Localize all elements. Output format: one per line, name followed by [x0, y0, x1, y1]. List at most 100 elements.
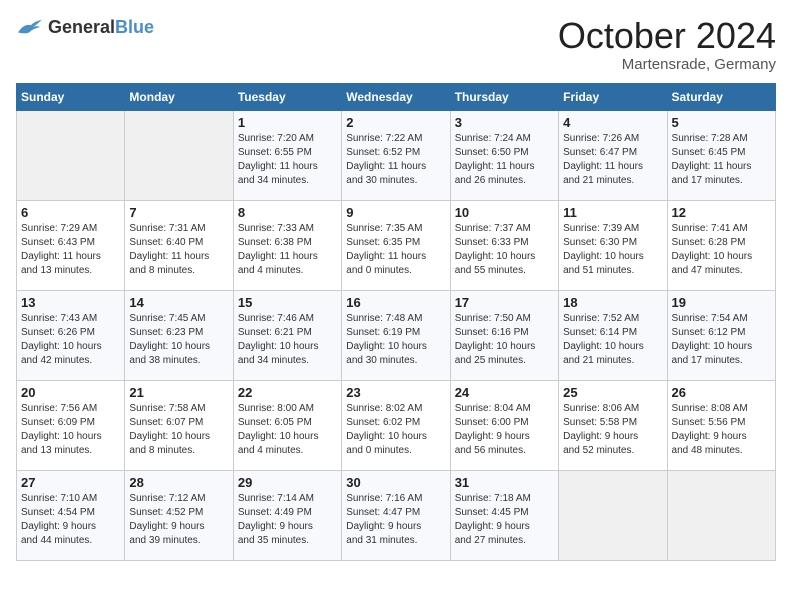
- day-header-saturday: Saturday: [667, 83, 775, 110]
- day-info: Sunrise: 8:02 AM Sunset: 6:02 PM Dayligh…: [346, 402, 445, 458]
- day-number: 8: [238, 205, 337, 220]
- logo-blue: Blue: [115, 17, 154, 37]
- day-info: Sunrise: 7:31 AM Sunset: 6:40 PM Dayligh…: [129, 222, 228, 278]
- day-header-monday: Monday: [125, 83, 233, 110]
- day-number: 19: [672, 295, 771, 310]
- day-info: Sunrise: 8:04 AM Sunset: 6:00 PM Dayligh…: [455, 402, 554, 458]
- calendar-cell: [559, 470, 667, 560]
- day-info: Sunrise: 7:39 AM Sunset: 6:30 PM Dayligh…: [563, 222, 662, 278]
- day-number: 7: [129, 205, 228, 220]
- calendar-cell: 22Sunrise: 8:00 AM Sunset: 6:05 PM Dayli…: [233, 380, 341, 470]
- week-row-3: 13Sunrise: 7:43 AM Sunset: 6:26 PM Dayli…: [17, 290, 776, 380]
- calendar-cell: 11 Sunrise: 7:39 AM Sunset: 6:30 PM Dayli…: [559, 200, 667, 290]
- calendar-cell: [17, 110, 125, 200]
- week-row-2: 6Sunrise: 7:29 AM Sunset: 6:43 PM Daylig…: [17, 200, 776, 290]
- calendar-cell: [125, 110, 233, 200]
- location: Martensrade, Germany: [558, 56, 776, 73]
- calendar-cell: 10 Sunrise: 7:37 AM Sunset: 6:33 PM Dayli…: [450, 200, 558, 290]
- day-info: Sunrise: 7:28 AM Sunset: 6:45 PM Dayligh…: [672, 132, 771, 188]
- day-number: 3: [455, 115, 554, 130]
- calendar-cell: 23 Sunrise: 8:02 AM Sunset: 6:02 PM Dayli…: [342, 380, 450, 470]
- day-number: 9: [346, 205, 445, 220]
- week-row-5: 27 Sunrise: 7:10 AM Sunset: 4:54 PM Dayli…: [17, 470, 776, 560]
- calendar-table: SundayMondayTuesdayWednesdayThursdayFrid…: [16, 83, 776, 561]
- page-header: GeneralBlue October 2024 Martensrade, Ge…: [16, 16, 776, 73]
- day-number: 25: [563, 385, 662, 400]
- day-number: 24: [455, 385, 554, 400]
- day-number: 17: [455, 295, 554, 310]
- calendar-cell: 6Sunrise: 7:29 AM Sunset: 6:43 PM Daylig…: [17, 200, 125, 290]
- calendar-cell: 5Sunrise: 7:28 AM Sunset: 6:45 PM Daylig…: [667, 110, 775, 200]
- calendar-cell: 1 Sunrise: 7:20 AM Sunset: 6:55 PM Daylig…: [233, 110, 341, 200]
- day-number: 15: [238, 295, 337, 310]
- day-info: Sunrise: 7:54 AM Sunset: 6:12 PM Dayligh…: [672, 312, 771, 368]
- calendar-cell: [667, 470, 775, 560]
- day-info: Sunrise: 7:48 AM Sunset: 6:19 PM Dayligh…: [346, 312, 445, 368]
- day-info: Sunrise: 7:14 AM Sunset: 4:49 PM Dayligh…: [238, 492, 337, 548]
- day-number: 22: [238, 385, 337, 400]
- calendar-cell: 21 Sunrise: 7:58 AM Sunset: 6:07 PM Dayli…: [125, 380, 233, 470]
- day-info: Sunrise: 7:10 AM Sunset: 4:54 PM Dayligh…: [21, 492, 120, 548]
- calendar-cell: 3 Sunrise: 7:24 AM Sunset: 6:50 PM Daylig…: [450, 110, 558, 200]
- week-row-1: 1 Sunrise: 7:20 AM Sunset: 6:55 PM Daylig…: [17, 110, 776, 200]
- day-header-tuesday: Tuesday: [233, 83, 341, 110]
- calendar-cell: 28 Sunrise: 7:12 AM Sunset: 4:52 PM Dayli…: [125, 470, 233, 560]
- calendar-cell: 25 Sunrise: 8:06 AM Sunset: 5:58 PM Dayli…: [559, 380, 667, 470]
- calendar-cell: 7 Sunrise: 7:31 AM Sunset: 6:40 PM Daylig…: [125, 200, 233, 290]
- day-number: 29: [238, 475, 337, 490]
- day-info: Sunrise: 7:52 AM Sunset: 6:14 PM Dayligh…: [563, 312, 662, 368]
- day-number: 16: [346, 295, 445, 310]
- day-number: 11: [563, 205, 662, 220]
- day-header-wednesday: Wednesday: [342, 83, 450, 110]
- day-number: 26: [672, 385, 771, 400]
- logo-text: GeneralBlue: [48, 17, 154, 38]
- calendar-cell: 20 Sunrise: 7:56 AM Sunset: 6:09 PM Dayli…: [17, 380, 125, 470]
- logo-general: General: [48, 17, 115, 37]
- calendar-cell: 31 Sunrise: 7:18 AM Sunset: 4:45 PM Dayli…: [450, 470, 558, 560]
- day-number: 21: [129, 385, 228, 400]
- day-number: 10: [455, 205, 554, 220]
- day-info: Sunrise: 7:37 AM Sunset: 6:33 PM Dayligh…: [455, 222, 554, 278]
- calendar-cell: 15 Sunrise: 7:46 AM Sunset: 6:21 PM Dayli…: [233, 290, 341, 380]
- day-info: Sunrise: 8:06 AM Sunset: 5:58 PM Dayligh…: [563, 402, 662, 458]
- day-info: Sunrise: 7:22 AM Sunset: 6:52 PM Dayligh…: [346, 132, 445, 188]
- calendar-cell: 13Sunrise: 7:43 AM Sunset: 6:26 PM Dayli…: [17, 290, 125, 380]
- calendar-cell: 30Sunrise: 7:16 AM Sunset: 4:47 PM Dayli…: [342, 470, 450, 560]
- day-number: 1: [238, 115, 337, 130]
- logo: GeneralBlue: [16, 16, 154, 38]
- calendar-cell: 2 Sunrise: 7:22 AM Sunset: 6:52 PM Daylig…: [342, 110, 450, 200]
- day-info: Sunrise: 7:43 AM Sunset: 6:26 PM Dayligh…: [21, 312, 120, 368]
- calendar-cell: 26 Sunrise: 8:08 AM Sunset: 5:56 PM Dayli…: [667, 380, 775, 470]
- calendar-cell: 19 Sunrise: 7:54 AM Sunset: 6:12 PM Dayli…: [667, 290, 775, 380]
- day-info: Sunrise: 7:50 AM Sunset: 6:16 PM Dayligh…: [455, 312, 554, 368]
- calendar-cell: 14 Sunrise: 7:45 AM Sunset: 6:23 PM Dayli…: [125, 290, 233, 380]
- day-info: Sunrise: 7:24 AM Sunset: 6:50 PM Dayligh…: [455, 132, 554, 188]
- day-number: 2: [346, 115, 445, 130]
- day-number: 27: [21, 475, 120, 490]
- day-info: Sunrise: 7:33 AM Sunset: 6:38 PM Dayligh…: [238, 222, 337, 278]
- calendar-cell: 9Sunrise: 7:35 AM Sunset: 6:35 PM Daylig…: [342, 200, 450, 290]
- logo-bird-icon: [16, 16, 44, 38]
- calendar-cell: 29 Sunrise: 7:14 AM Sunset: 4:49 PM Dayli…: [233, 470, 341, 560]
- calendar-cell: 24 Sunrise: 8:04 AM Sunset: 6:00 PM Dayli…: [450, 380, 558, 470]
- day-info: Sunrise: 7:18 AM Sunset: 4:45 PM Dayligh…: [455, 492, 554, 548]
- day-info: Sunrise: 7:56 AM Sunset: 6:09 PM Dayligh…: [21, 402, 120, 458]
- day-number: 14: [129, 295, 228, 310]
- day-number: 20: [21, 385, 120, 400]
- day-number: 31: [455, 475, 554, 490]
- day-info: Sunrise: 7:58 AM Sunset: 6:07 PM Dayligh…: [129, 402, 228, 458]
- day-info: Sunrise: 7:45 AM Sunset: 6:23 PM Dayligh…: [129, 312, 228, 368]
- day-info: Sunrise: 8:08 AM Sunset: 5:56 PM Dayligh…: [672, 402, 771, 458]
- day-info: Sunrise: 7:46 AM Sunset: 6:21 PM Dayligh…: [238, 312, 337, 368]
- header-row: SundayMondayTuesdayWednesdayThursdayFrid…: [17, 83, 776, 110]
- day-header-sunday: Sunday: [17, 83, 125, 110]
- day-info: Sunrise: 7:20 AM Sunset: 6:55 PM Dayligh…: [238, 132, 337, 188]
- day-number: 28: [129, 475, 228, 490]
- day-number: 23: [346, 385, 445, 400]
- day-info: Sunrise: 7:12 AM Sunset: 4:52 PM Dayligh…: [129, 492, 228, 548]
- calendar-cell: 4Sunrise: 7:26 AM Sunset: 6:47 PM Daylig…: [559, 110, 667, 200]
- calendar-cell: 27 Sunrise: 7:10 AM Sunset: 4:54 PM Dayli…: [17, 470, 125, 560]
- calendar-cell: 12Sunrise: 7:41 AM Sunset: 6:28 PM Dayli…: [667, 200, 775, 290]
- day-number: 4: [563, 115, 662, 130]
- title-block: October 2024 Martensrade, Germany: [558, 16, 776, 73]
